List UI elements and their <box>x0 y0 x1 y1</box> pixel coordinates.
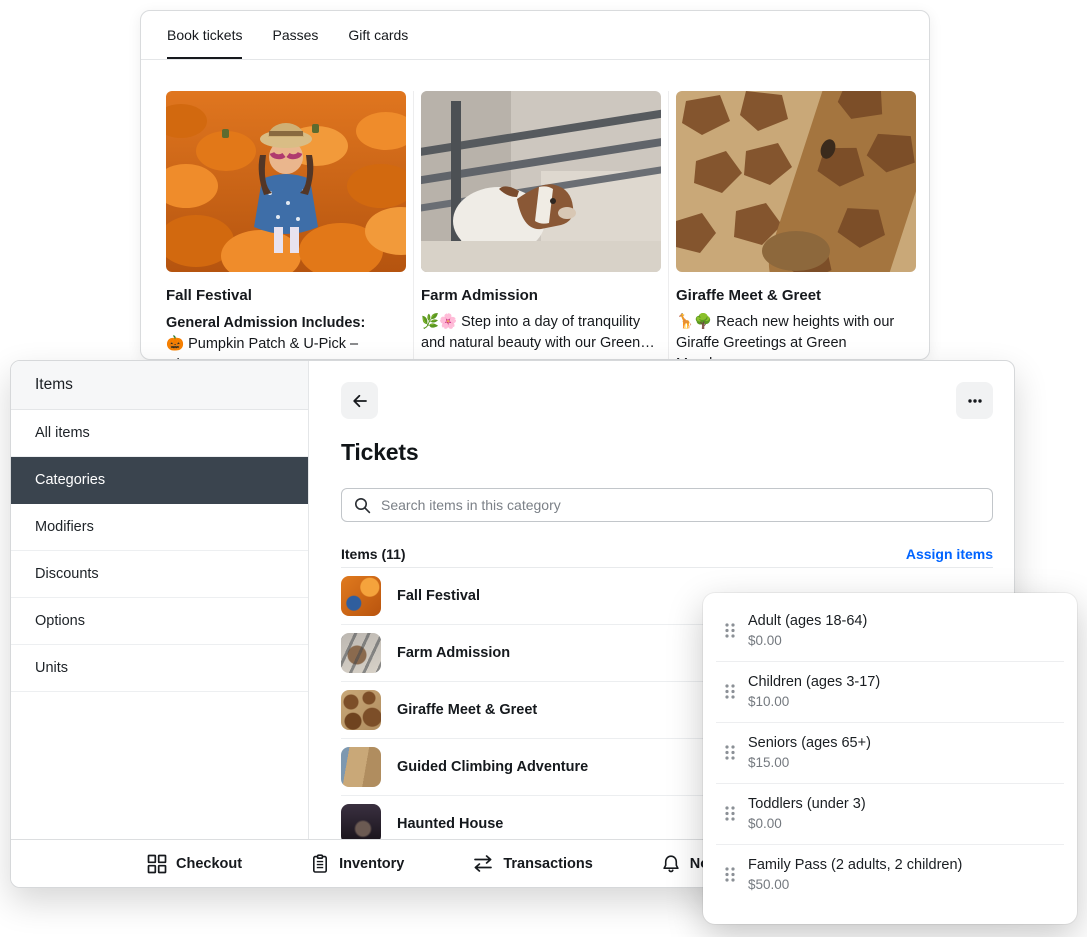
nav-inventory[interactable]: Inventory <box>310 854 404 874</box>
variation-row-family-pass[interactable]: Family Pass (2 adults, 2 children) $50.0… <box>716 845 1064 905</box>
sidebar-item-all-items[interactable]: All items <box>11 410 308 457</box>
card-title: Giraffe Meet & Greet <box>676 287 916 304</box>
variation-price: $0.00 <box>748 816 866 831</box>
nav-label: Transactions <box>503 856 592 872</box>
variation-row-adult[interactable]: Adult (ages 18-64) $0.00 <box>716 601 1064 662</box>
back-button[interactable] <box>341 382 378 419</box>
page: { "colors": { "accent_blue": "#0064ff", … <box>0 0 1087 937</box>
tab-book-tickets[interactable]: Book tickets <box>167 11 242 59</box>
ticket-cards: Fall Festival General Admission Includes… <box>141 60 929 360</box>
nav-checkout[interactable]: Checkout <box>147 854 242 874</box>
sidebar-item-modifiers[interactable]: Modifiers <box>11 504 308 551</box>
variations-panel: Adult (ages 18-64) $0.00 Children (ages … <box>703 593 1077 924</box>
farm-admission-photo <box>421 91 661 272</box>
variation-price: $10.00 <box>748 694 880 709</box>
sidebar-item-units[interactable]: Units <box>11 645 308 692</box>
tab-passes[interactable]: Passes <box>272 11 318 59</box>
assign-items-link[interactable]: Assign items <box>906 546 993 562</box>
variation-row-toddlers[interactable]: Toddlers (under 3) $0.00 <box>716 784 1064 845</box>
item-name: Fall Festival <box>397 588 480 604</box>
card-desc-line: General Admission Includes: <box>166 313 406 334</box>
bell-icon <box>661 854 681 874</box>
category-search <box>341 488 993 522</box>
item-name: Farm Admission <box>397 645 510 661</box>
item-name: Giraffe Meet & Greet <box>397 702 537 718</box>
variation-name: Toddlers (under 3) <box>748 796 866 812</box>
variation-price: $0.00 <box>748 633 867 648</box>
search-icon <box>354 497 371 514</box>
category-header-row <box>341 382 993 419</box>
variation-row-children[interactable]: Children (ages 3-17) $10.00 <box>716 662 1064 723</box>
nav-transactions[interactable]: Transactions <box>472 855 592 872</box>
giraffe-photo <box>676 91 916 272</box>
drag-handle-icon[interactable] <box>725 684 735 699</box>
search-input[interactable] <box>381 497 980 513</box>
card-desc-line: 🎃 Pumpkin Patch & U-Pick – Choose… <box>166 334 406 360</box>
booking-tabbar: Book tickets Passes Gift cards <box>141 11 929 60</box>
booking-window: Book tickets Passes Gift cards <box>140 10 930 360</box>
nav-label: Checkout <box>176 856 242 872</box>
item-name: Guided Climbing Adventure <box>397 759 588 775</box>
item-thumbnail <box>341 747 381 787</box>
drag-handle-icon[interactable] <box>725 867 735 882</box>
item-thumbnail <box>341 633 381 673</box>
tab-gift-cards[interactable]: Gift cards <box>348 11 408 59</box>
items-count: Items (11) <box>341 546 406 562</box>
items-meta-row: Items (11) Assign items <box>341 546 993 562</box>
sidebar-title: Items <box>11 361 308 410</box>
variation-name: Children (ages 3-17) <box>748 674 880 690</box>
drag-handle-icon[interactable] <box>725 623 735 638</box>
card-farm-admission[interactable]: Farm Admission 🌿🌸 Step into a day of tra… <box>413 91 661 360</box>
nav-label: Inventory <box>339 856 404 872</box>
ellipsis-icon <box>966 392 984 410</box>
item-thumbnail <box>341 690 381 730</box>
drag-handle-icon[interactable] <box>725 806 735 821</box>
category-title: Tickets <box>341 439 993 466</box>
card-giraffe-meet-greet[interactable]: Giraffe Meet & Greet 🦒🌳 Reach new height… <box>668 91 916 360</box>
more-options-button[interactable] <box>956 382 993 419</box>
clipboard-icon <box>310 854 330 874</box>
card-title: Fall Festival <box>166 287 406 304</box>
sidebar-item-options[interactable]: Options <box>11 598 308 645</box>
drag-handle-icon[interactable] <box>725 745 735 760</box>
item-name: Haunted House <box>397 816 503 832</box>
grid-icon <box>147 854 167 874</box>
variation-price: $50.00 <box>748 877 962 892</box>
sidebar-item-discounts[interactable]: Discounts <box>11 551 308 598</box>
fall-festival-photo <box>166 91 406 272</box>
card-desc-line: 🦒🌳 Reach new heights with our Giraffe Gr… <box>676 312 916 360</box>
card-desc-line: 🌿🌸 Step into a day of tranquility and na… <box>421 312 661 354</box>
variation-price: $15.00 <box>748 755 871 770</box>
variation-row-seniors[interactable]: Seniors (ages 65+) $15.00 <box>716 723 1064 784</box>
variation-name: Seniors (ages 65+) <box>748 735 871 751</box>
card-fall-festival[interactable]: Fall Festival General Admission Includes… <box>166 91 406 360</box>
item-thumbnail <box>341 576 381 616</box>
back-arrow-icon <box>351 392 369 410</box>
item-thumbnail <box>341 804 381 839</box>
transfer-arrows-icon <box>472 855 494 872</box>
variation-name: Adult (ages 18-64) <box>748 613 867 629</box>
sidebar-item-categories[interactable]: Categories <box>11 457 308 504</box>
items-sidebar: Items All items Categories Modifiers Dis… <box>11 361 309 839</box>
variation-name: Family Pass (2 adults, 2 children) <box>748 857 962 873</box>
card-title: Farm Admission <box>421 287 661 304</box>
